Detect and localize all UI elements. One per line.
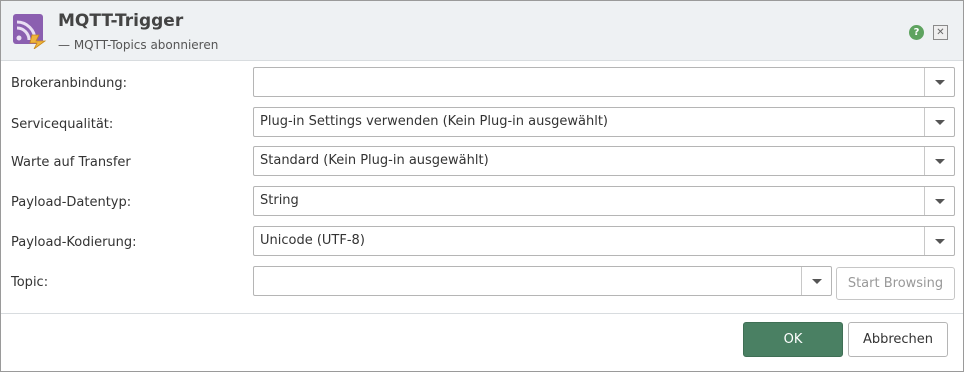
ok-button[interactable]: OK bbox=[743, 322, 843, 357]
wait-for-transfer-value: Standard (Kein Plug-in ausgewählt) bbox=[260, 153, 489, 168]
mqtt-trigger-dialog: MQTT-Trigger — MQTT-Topics abonnieren ? … bbox=[0, 0, 964, 372]
service-quality-label: Servicequalität: bbox=[11, 117, 114, 132]
chevron-down-icon[interactable] bbox=[924, 187, 954, 215]
payload-encoding-select[interactable]: Unicode (UTF-8) bbox=[253, 226, 955, 256]
wait-for-transfer-label: Warte auf Transfer bbox=[11, 155, 131, 170]
payload-encoding-value: Unicode (UTF-8) bbox=[260, 233, 365, 248]
payload-encoding-label: Payload-Kodierung: bbox=[11, 235, 137, 250]
topic-label: Topic: bbox=[11, 275, 49, 290]
chevron-down-icon[interactable] bbox=[924, 227, 954, 255]
dialog-header: MQTT-Trigger — MQTT-Topics abonnieren ? … bbox=[1, 1, 963, 61]
payload-datatype-value: String bbox=[260, 193, 299, 208]
chevron-down-icon[interactable] bbox=[924, 68, 954, 96]
chevron-down-icon[interactable] bbox=[801, 267, 831, 295]
dialog-title: MQTT-Trigger bbox=[58, 11, 184, 31]
service-quality-value: Plug-in Settings verwenden (Kein Plug-in… bbox=[260, 114, 608, 129]
mqtt-broadcast-icon bbox=[12, 13, 48, 50]
broker-connection-select[interactable] bbox=[253, 67, 955, 97]
topic-combobox[interactable] bbox=[253, 266, 832, 296]
footer-divider bbox=[1, 313, 963, 314]
close-icon[interactable]: ✕ bbox=[933, 25, 948, 40]
wait-for-transfer-select[interactable]: Standard (Kein Plug-in ausgewählt) bbox=[253, 146, 955, 176]
broker-connection-label: Brokeranbindung: bbox=[11, 76, 128, 91]
chevron-down-icon[interactable] bbox=[924, 147, 954, 175]
start-browsing-button[interactable]: Start Browsing bbox=[836, 267, 955, 300]
cancel-button[interactable]: Abbrechen bbox=[848, 322, 948, 357]
help-icon[interactable]: ? bbox=[909, 25, 924, 40]
chevron-down-icon[interactable] bbox=[924, 108, 954, 136]
dialog-subtitle: — MQTT-Topics abonnieren bbox=[58, 38, 219, 52]
payload-datatype-label: Payload-Datentyp: bbox=[11, 195, 132, 210]
payload-datatype-select[interactable]: String bbox=[253, 186, 955, 216]
service-quality-select[interactable]: Plug-in Settings verwenden (Kein Plug-in… bbox=[253, 107, 955, 137]
